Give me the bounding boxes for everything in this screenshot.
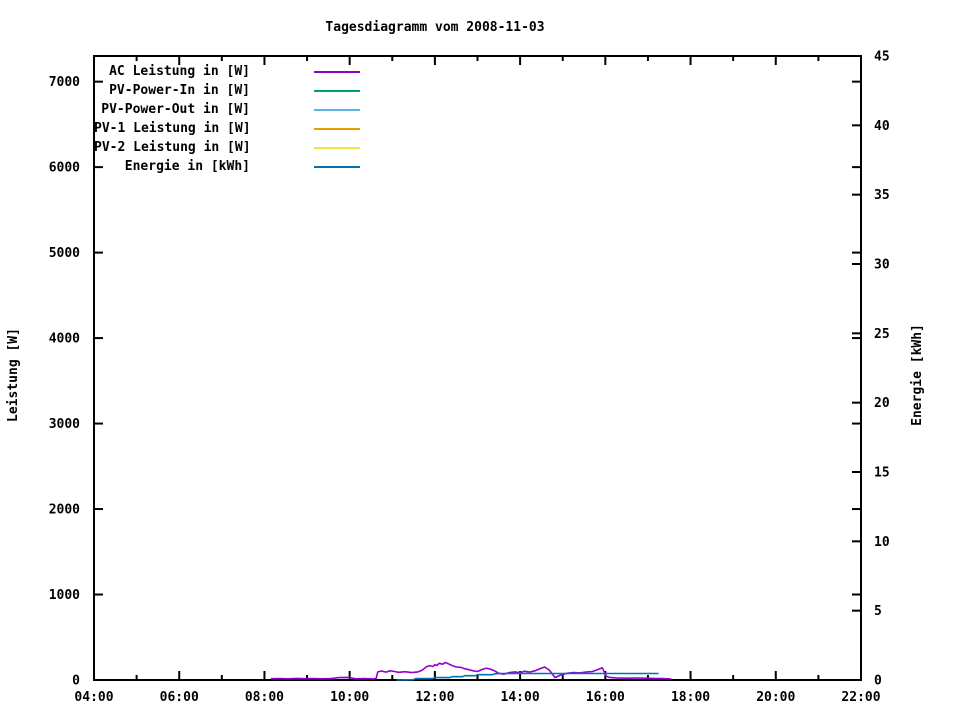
legend-label: AC Leistung in [W] xyxy=(109,64,250,79)
legend-row-pv-power-out: PV-Power-Out in [W] xyxy=(94,100,364,119)
tick-label: 20 xyxy=(874,396,890,411)
tick-label: 08:00 xyxy=(245,690,284,705)
legend-line-sample-ac xyxy=(314,70,360,73)
tick-label: 5000 xyxy=(49,246,80,261)
tick-label: 06:00 xyxy=(160,690,199,705)
tick-label: 22:00 xyxy=(841,690,880,705)
legend-row-pv2-leistung: PV-2 Leistung in [W] xyxy=(94,138,364,157)
tick-label: 0 xyxy=(874,674,882,689)
tick-label: 14:00 xyxy=(501,690,540,705)
tick-label: 4000 xyxy=(49,332,80,347)
tick-label: 10 xyxy=(874,535,890,550)
legend-label: PV-Power-Out in [W] xyxy=(101,102,250,117)
tick-label: 04:00 xyxy=(74,690,113,705)
legend-line-sample-pv-out xyxy=(314,108,360,111)
series-lines xyxy=(270,661,672,681)
series-ac-leistung-in-w xyxy=(270,661,672,680)
tick-label: 45 xyxy=(874,50,890,65)
tick-label: 25 xyxy=(874,327,890,342)
tick-label: 20:00 xyxy=(756,690,795,705)
legend-label: PV-2 Leistung in [W] xyxy=(94,140,251,155)
tick-label: 5 xyxy=(874,604,882,619)
legend-label: PV-1 Leistung in [W] xyxy=(94,121,251,136)
tick-label: 35 xyxy=(874,188,890,203)
legend-line-sample-energie xyxy=(314,165,360,168)
tick-label: 30 xyxy=(874,258,890,273)
tick-label: 15 xyxy=(874,466,890,481)
tick-label: 12:00 xyxy=(415,690,454,705)
tick-label: 2000 xyxy=(49,503,80,518)
tick-label: 10:00 xyxy=(330,690,369,705)
legend-line-sample-pv2 xyxy=(314,146,360,149)
legend-row-energie: Energie in [kWh] xyxy=(94,157,364,176)
tick-label: 18:00 xyxy=(671,690,710,705)
tick-label: 0 xyxy=(72,674,80,689)
legend-label: PV-Power-In in [W] xyxy=(109,83,250,98)
legend-row-ac-leistung: AC Leistung in [W] xyxy=(94,62,364,81)
tick-label: 16:00 xyxy=(586,690,625,705)
tick-label: 40 xyxy=(874,119,890,134)
tick-label: 1000 xyxy=(49,588,80,603)
legend-row-pv-power-in: PV-Power-In in [W] xyxy=(94,81,364,100)
legend-row-pv1-leistung: PV-1 Leistung in [W] xyxy=(94,119,364,138)
y2-axis-ticks: 0 5 10 15 20 25 30 35 40 45 xyxy=(852,50,890,689)
legend-label: Energie in [kWh] xyxy=(124,159,250,174)
legend-line-sample-pv1 xyxy=(314,127,360,130)
tick-label: 3000 xyxy=(49,417,80,432)
tick-label: 7000 xyxy=(49,75,80,90)
tick-label: 6000 xyxy=(49,161,80,176)
tagesdiagramm-chart: Tagesdiagramm vom 2008-11-03 Leistung [W… xyxy=(0,0,960,720)
legend: AC Leistung in [W] PV-Power-In in [W] PV… xyxy=(94,62,364,176)
legend-line-sample-pv-in xyxy=(314,89,360,92)
